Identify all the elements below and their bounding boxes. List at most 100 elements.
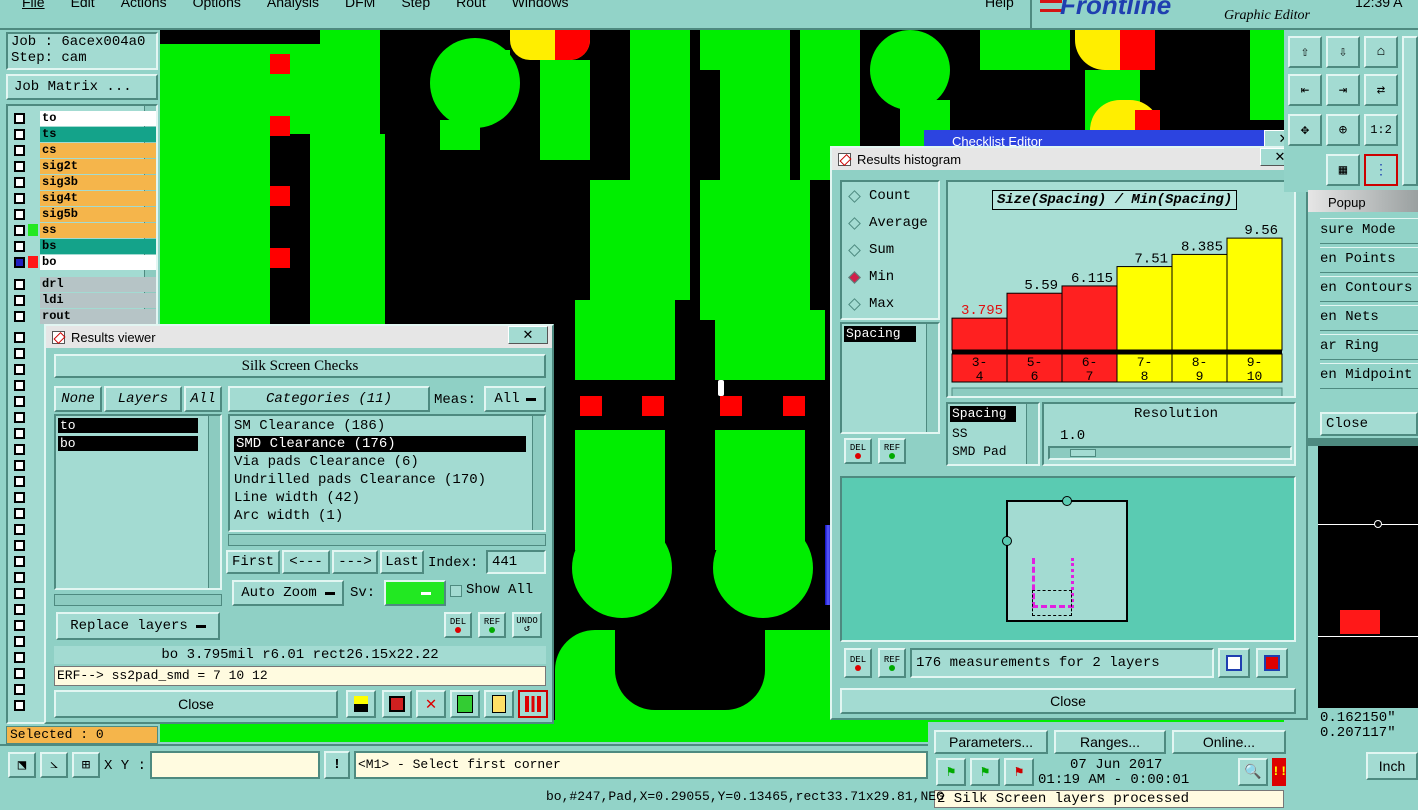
mode-max[interactable]: Max: [848, 296, 894, 312]
histogram-bar[interactable]: [1226, 237, 1283, 351]
categories-scrollbar[interactable]: [532, 416, 544, 530]
sub-item-spacing[interactable]: Spacing: [950, 406, 1016, 422]
resolution-slider[interactable]: [1048, 446, 1292, 460]
layer-checkbox[interactable]: [14, 396, 25, 407]
index-field[interactable]: 441: [486, 550, 546, 574]
layer-checkbox[interactable]: [14, 492, 25, 503]
mode-average[interactable]: Average: [848, 215, 928, 231]
layer-checkbox[interactable]: [14, 208, 25, 220]
layer-checkbox[interactable]: [14, 508, 25, 519]
layer-checkbox[interactable]: [14, 144, 25, 156]
layer-checkbox[interactable]: [14, 556, 25, 567]
layer-row-bs[interactable]: bs: [8, 238, 156, 254]
slider-handle[interactable]: [1070, 449, 1096, 457]
layer-name[interactable]: cs: [40, 142, 156, 158]
close-icon[interactable]: ✕: [508, 326, 548, 344]
histogram-tool-icon[interactable]: [518, 690, 548, 718]
hist-ref-button[interactable]: REF: [878, 438, 906, 464]
layer-checkbox[interactable]: [14, 310, 25, 322]
category-item[interactable]: Arc width (1): [234, 508, 343, 524]
layer-name[interactable]: rout: [40, 308, 156, 324]
measure-tool-icon[interactable]: ⦣: [40, 752, 68, 778]
layer-checkbox[interactable]: [14, 700, 25, 711]
category-item[interactable]: Line width (42): [234, 490, 360, 506]
layer-row-ts[interactable]: ts: [8, 126, 156, 142]
popup-item[interactable]: en Points: [1320, 247, 1418, 273]
layer-checkbox[interactable]: [14, 572, 25, 583]
menu-step[interactable]: Step: [401, 0, 430, 10]
grid-snap-icon[interactable]: ⊞: [72, 752, 100, 778]
layer-checkbox[interactable]: [14, 364, 25, 375]
layers-button[interactable]: Layers: [104, 386, 182, 412]
popup-item[interactable]: en Nets: [1320, 305, 1418, 331]
layer-checkbox[interactable]: [14, 604, 25, 615]
measure-list-scrollbar[interactable]: [926, 324, 938, 432]
popup-item[interactable]: sure Mode: [1320, 218, 1418, 244]
move-left-icon[interactable]: ⇤: [1288, 74, 1322, 106]
layer-name[interactable]: ss: [40, 222, 156, 238]
category-item[interactable]: SMD Clearance (176): [234, 436, 526, 452]
popup-item[interactable]: en Midpoint: [1320, 363, 1418, 389]
layer-checkbox[interactable]: [14, 380, 25, 391]
histogram-scrollbar[interactable]: [951, 387, 1283, 396]
layer-checkbox[interactable]: [14, 192, 25, 204]
layer-row-cs[interactable]: cs: [8, 142, 156, 158]
undo-button[interactable]: UNDO ↺: [512, 612, 542, 638]
menu-edit[interactable]: Edit: [71, 0, 95, 10]
show-all-checkbox[interactable]: [450, 585, 462, 597]
layer-checkbox[interactable]: [14, 160, 25, 172]
layer-name[interactable]: sig4t: [40, 190, 156, 206]
layer-row-drl[interactable]: drl: [8, 276, 156, 292]
layer-checkbox[interactable]: [14, 684, 25, 695]
popup-item[interactable]: ar Ring: [1320, 334, 1418, 360]
layer-name[interactable]: bo: [40, 254, 156, 270]
layer-checkbox[interactable]: [14, 128, 25, 140]
layer-name[interactable]: to: [40, 110, 156, 126]
menu-windows[interactable]: Windows: [512, 0, 569, 10]
replace-layers-select[interactable]: Replace layers: [56, 612, 220, 640]
menu-rout[interactable]: Rout: [456, 0, 486, 10]
layer-row-sig2t[interactable]: sig2t: [8, 158, 156, 174]
layer-row-rout[interactable]: rout: [8, 308, 156, 324]
all-layers-button[interactable]: All: [184, 386, 222, 412]
layer-row-ss[interactable]: ss: [8, 222, 156, 238]
mode-count[interactable]: Count: [848, 188, 911, 204]
layer-name[interactable]: bs: [40, 238, 156, 254]
layer-name[interactable]: sig2t: [40, 158, 156, 174]
layer-checkbox[interactable]: [14, 620, 25, 631]
layer-checkbox[interactable]: [14, 428, 25, 439]
move-right-icon[interactable]: ⇥: [1326, 74, 1360, 106]
histogram-bar[interactable]: [1116, 266, 1173, 351]
none-button[interactable]: None: [54, 386, 102, 412]
zoom-fit-icon[interactable]: [1218, 648, 1250, 678]
layer-row-sig5b[interactable]: sig5b: [8, 206, 156, 222]
category-item[interactable]: Undrilled pads Clearance (170): [234, 472, 486, 488]
categories-hscroll[interactable]: [228, 534, 546, 546]
menu-dfm[interactable]: DFM: [345, 0, 375, 10]
layer-checkbox[interactable]: [14, 294, 25, 306]
prev-button[interactable]: <---: [282, 550, 330, 574]
next-button[interactable]: --->: [332, 550, 378, 574]
layer-checkbox[interactable]: [14, 278, 25, 290]
popup-close-button[interactable]: Close: [1320, 412, 1418, 436]
histogram-titlebar[interactable]: Results histogram: [832, 148, 1306, 170]
last-button[interactable]: Last: [380, 550, 424, 574]
layer-name[interactable]: sig3b: [40, 174, 156, 190]
layer-checkbox[interactable]: [14, 176, 25, 188]
preview-ref-button[interactable]: REF: [878, 648, 906, 678]
sub-item-smd-pad[interactable]: SMD Pad: [950, 444, 1007, 459]
layer-checkbox[interactable]: [14, 332, 25, 343]
layer-name[interactable]: drl: [40, 276, 156, 292]
first-button[interactable]: First: [226, 550, 280, 574]
delete-graph-icon[interactable]: ✕: [416, 690, 446, 718]
histogram-close-button[interactable]: Close: [840, 688, 1296, 714]
menu-analysis[interactable]: Analysis: [267, 0, 319, 10]
select-tool-icon[interactable]: ⬔: [8, 752, 36, 778]
histogram-bar[interactable]: [1061, 285, 1118, 351]
layer-checkbox[interactable]: [14, 256, 25, 268]
zoom-in-icon[interactable]: ⊕: [1326, 114, 1360, 146]
online-button[interactable]: Online...: [1172, 730, 1286, 754]
mode-sum[interactable]: Sum: [848, 242, 894, 258]
layer-row-sig3b[interactable]: sig3b: [8, 174, 156, 190]
menu-actions[interactable]: Actions: [121, 0, 167, 10]
